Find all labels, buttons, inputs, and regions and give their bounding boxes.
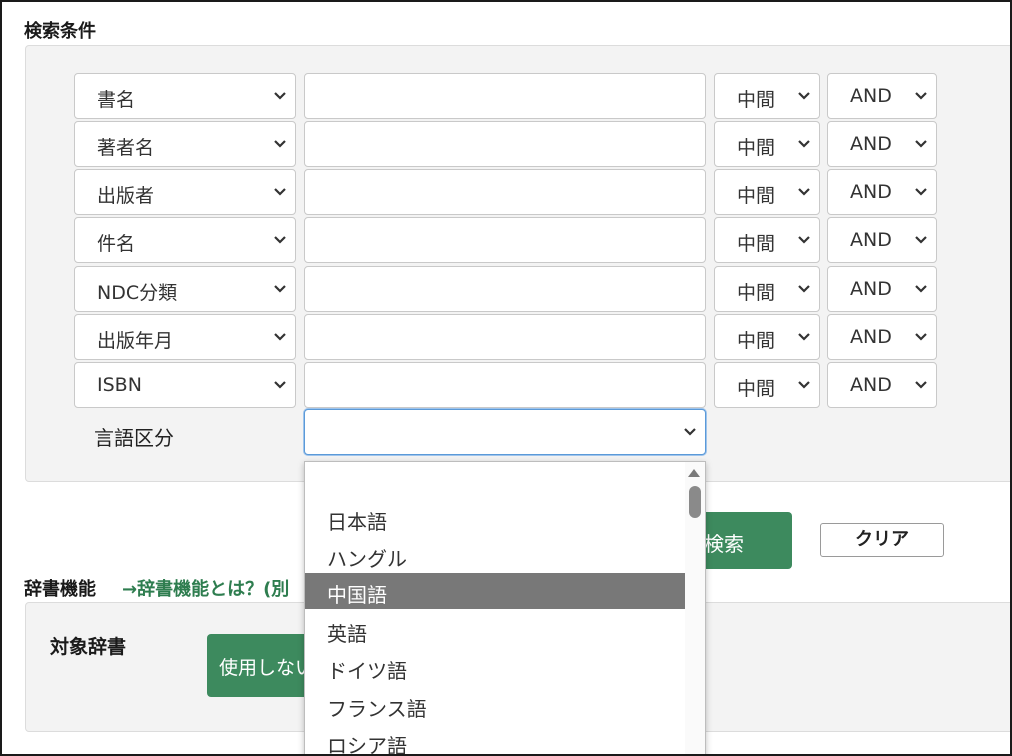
search-text-input-5[interactable]: [304, 266, 706, 312]
chevron-down-icon: [274, 140, 286, 148]
clear-button[interactable]: クリア: [820, 523, 944, 557]
page-frame: 検索条件 書名 中間 AND 著者名 中間 AND 出版者 中間 AND 件名 …: [0, 0, 1012, 756]
field-select-2[interactable]: 著者名: [74, 121, 296, 167]
field-select-value: 著者名: [97, 137, 155, 159]
language-option-hangul[interactable]: ハングル: [305, 537, 685, 573]
operator-select-value: AND: [850, 229, 892, 251]
field-select-4[interactable]: 件名: [74, 217, 296, 263]
field-select-value: 出版年月: [97, 330, 174, 352]
field-select-6[interactable]: 出版年月: [74, 314, 296, 360]
chevron-down-icon: [274, 236, 286, 244]
chevron-down-icon: [798, 333, 810, 341]
chevron-down-icon: [915, 333, 927, 341]
language-option-german[interactable]: ドイツ語: [305, 649, 685, 685]
language-option-french[interactable]: フランス語: [305, 687, 685, 723]
chevron-down-icon: [798, 188, 810, 196]
language-select[interactable]: [304, 409, 706, 455]
chevron-down-icon: [798, 92, 810, 100]
field-select-1[interactable]: 書名: [74, 73, 296, 119]
language-option-russian[interactable]: ロシア語: [305, 724, 685, 754]
operator-select-7[interactable]: AND: [827, 362, 937, 408]
chevron-down-icon: [274, 188, 286, 196]
target-dictionary-label: 対象辞書: [50, 636, 127, 658]
search-conditions-heading: 検索条件: [24, 21, 96, 42]
search-text-input-7[interactable]: [304, 362, 706, 408]
no-use-dictionary-label: 使用しない: [219, 657, 315, 679]
operator-select-6[interactable]: AND: [827, 314, 937, 360]
chevron-down-icon: [274, 381, 286, 389]
operator-select-2[interactable]: AND: [827, 121, 937, 167]
field-select-5[interactable]: NDC分類: [74, 266, 296, 312]
chevron-down-icon: [274, 285, 286, 293]
language-dropdown-list[interactable]: 日本語 ハングル 中国語 英語 ドイツ語 フランス語 ロシア語: [304, 461, 706, 754]
match-select-value: 中間: [737, 185, 776, 207]
chevron-down-icon: [798, 285, 810, 293]
match-select-value: 中間: [737, 137, 776, 159]
dictionary-heading: 辞書機能: [24, 579, 96, 600]
match-select-6[interactable]: 中間: [714, 314, 820, 360]
match-select-value: 中間: [737, 378, 776, 400]
chevron-down-icon: [915, 188, 927, 196]
dictionary-help-link[interactable]: →辞書機能とは？(別: [122, 575, 312, 601]
operator-select-value: AND: [850, 181, 892, 203]
chevron-down-icon: [915, 236, 927, 244]
operator-select-4[interactable]: AND: [827, 217, 937, 263]
operator-select-value: AND: [850, 85, 892, 107]
chevron-down-icon: [915, 92, 927, 100]
field-select-value: NDC分類: [97, 282, 178, 304]
match-select-value: 中間: [737, 282, 776, 304]
operator-select-1[interactable]: AND: [827, 73, 937, 119]
dropdown-scrollbar[interactable]: [685, 462, 705, 754]
search-text-input-1[interactable]: [304, 73, 706, 119]
operator-select-value: AND: [850, 278, 892, 300]
match-select-4[interactable]: 中間: [714, 217, 820, 263]
scroll-up-arrow-icon[interactable]: [688, 469, 700, 477]
operator-select-value: AND: [850, 326, 892, 348]
operator-select-value: AND: [850, 374, 892, 396]
chevron-down-icon: [798, 381, 810, 389]
field-select-value: 出版者: [97, 185, 155, 207]
match-select-value: 中間: [737, 89, 776, 111]
search-button-label: 検索: [704, 532, 744, 556]
chevron-down-icon: [684, 428, 696, 436]
chevron-down-icon: [274, 333, 286, 341]
match-select-value: 中間: [737, 233, 776, 255]
language-option-chinese[interactable]: 中国語: [305, 573, 685, 609]
chevron-down-icon: [274, 92, 286, 100]
operator-select-3[interactable]: AND: [827, 169, 937, 215]
search-text-input-6[interactable]: [304, 314, 706, 360]
field-select-value: 件名: [97, 233, 136, 255]
match-select-1[interactable]: 中間: [714, 73, 820, 119]
search-text-input-2[interactable]: [304, 121, 706, 167]
field-select-value: ISBN: [97, 374, 142, 396]
field-select-7[interactable]: ISBN: [74, 362, 296, 408]
match-select-2[interactable]: 中間: [714, 121, 820, 167]
operator-select-value: AND: [850, 133, 892, 155]
match-select-3[interactable]: 中間: [714, 169, 820, 215]
language-option-blank[interactable]: [305, 465, 685, 501]
chevron-down-icon: [915, 285, 927, 293]
language-option-japanese[interactable]: 日本語: [305, 500, 685, 536]
chevron-down-icon: [798, 236, 810, 244]
match-select-7[interactable]: 中間: [714, 362, 820, 408]
match-select-value: 中間: [737, 330, 776, 352]
match-select-5[interactable]: 中間: [714, 266, 820, 312]
chevron-down-icon: [798, 140, 810, 148]
chevron-down-icon: [915, 140, 927, 148]
operator-select-5[interactable]: AND: [827, 266, 937, 312]
field-select-value: 書名: [97, 89, 136, 111]
language-label: 言語区分: [94, 426, 174, 450]
field-select-3[interactable]: 出版者: [74, 169, 296, 215]
language-option-english[interactable]: 英語: [305, 612, 685, 648]
search-text-input-4[interactable]: [304, 217, 706, 263]
chevron-down-icon: [915, 381, 927, 389]
scrollbar-thumb[interactable]: [689, 486, 701, 518]
search-text-input-3[interactable]: [304, 169, 706, 215]
